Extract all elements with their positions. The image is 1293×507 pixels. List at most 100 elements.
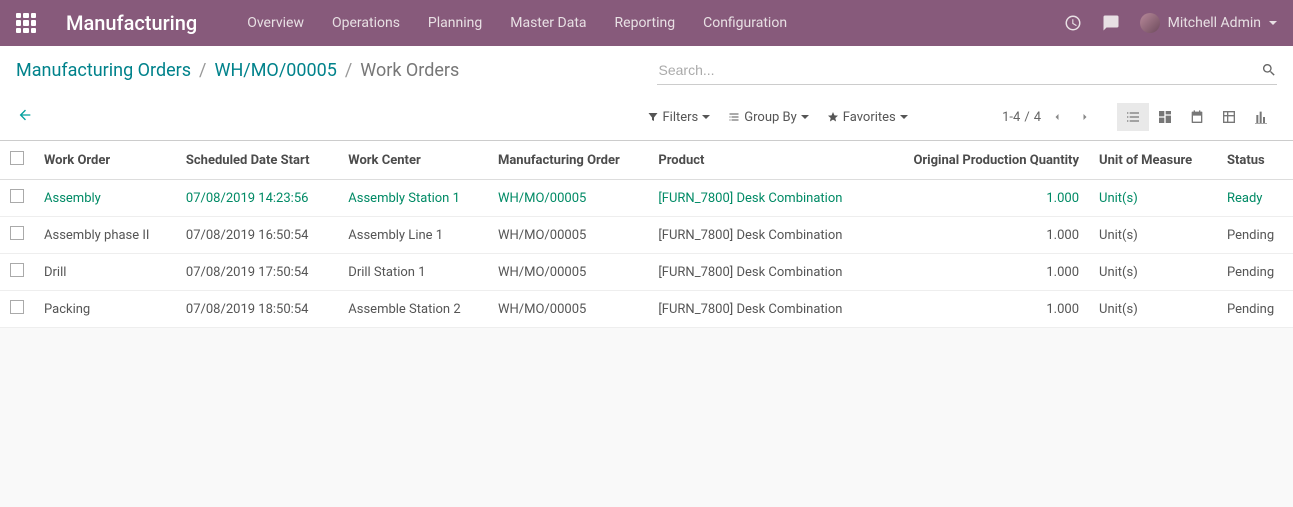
groupby-icon <box>728 111 740 123</box>
col-status[interactable]: Status <box>1217 141 1293 180</box>
navbar-menu: Overview Operations Planning Master Data… <box>247 15 787 31</box>
cell-work-center: Assembly Line 1 <box>338 217 488 254</box>
cell-work-order: Drill <box>34 254 176 291</box>
cell-mo: WH/MO/00005 <box>488 291 648 328</box>
cell-product: [FURN_7800] Desk Combination <box>648 180 879 217</box>
search-icon[interactable] <box>1261 62 1277 78</box>
app-title[interactable]: Manufacturing <box>66 11 197 35</box>
col-mo[interactable]: Manufacturing Order <box>488 141 648 180</box>
clock-icon[interactable] <box>1064 14 1082 32</box>
cell-product: [FURN_7800] Desk Combination <box>648 291 879 328</box>
row-checkbox[interactable] <box>10 300 24 314</box>
select-all-checkbox[interactable] <box>10 151 24 165</box>
view-graph-button[interactable] <box>1245 103 1277 131</box>
cell-status: Ready <box>1217 180 1293 217</box>
col-work-order[interactable]: Work Order <box>34 141 176 180</box>
nav-item-master-data[interactable]: Master Data <box>510 15 586 31</box>
graph-icon <box>1253 109 1269 125</box>
nav-item-overview[interactable]: Overview <box>247 15 304 31</box>
view-list-button[interactable] <box>1117 103 1149 131</box>
col-product[interactable]: Product <box>648 141 879 180</box>
chat-icon[interactable] <box>1102 14 1120 32</box>
row-checkbox[interactable] <box>10 226 24 240</box>
search-input[interactable] <box>657 56 1262 84</box>
table-row[interactable]: Assembly phase II07/08/2019 16:50:54Asse… <box>0 217 1293 254</box>
table-row[interactable]: Packing07/08/2019 18:50:54Assemble Stati… <box>0 291 1293 328</box>
cell-scheduled: 07/08/2019 16:50:54 <box>176 217 338 254</box>
nav-item-reporting[interactable]: Reporting <box>615 15 676 31</box>
cell-uom: Unit(s) <box>1089 180 1217 217</box>
cell-product: [FURN_7800] Desk Combination <box>648 217 879 254</box>
cell-uom: Unit(s) <box>1089 217 1217 254</box>
row-checkbox[interactable] <box>10 189 24 203</box>
cell-mo: WH/MO/00005 <box>488 254 648 291</box>
cell-qty: 1.000 <box>879 254 1089 291</box>
cell-work-order: Assembly phase II <box>34 217 176 254</box>
cell-work-order: Assembly <box>34 180 176 217</box>
view-calendar-button[interactable] <box>1181 103 1213 131</box>
nav-item-planning[interactable]: Planning <box>428 15 482 31</box>
cell-qty: 1.000 <box>879 217 1089 254</box>
cell-uom: Unit(s) <box>1089 291 1217 328</box>
col-uom[interactable]: Unit of Measure <box>1089 141 1217 180</box>
pager-prev-button[interactable] <box>1045 105 1069 129</box>
main-navbar: Manufacturing Overview Operations Planni… <box>0 0 1293 46</box>
pager-range[interactable]: 1-4 <box>1002 110 1020 125</box>
pager-total: 4 <box>1034 110 1041 125</box>
search-box <box>657 56 1278 85</box>
chevron-down-icon <box>1269 21 1277 25</box>
cell-scheduled: 07/08/2019 18:50:54 <box>176 291 338 328</box>
cell-uom: Unit(s) <box>1089 254 1217 291</box>
cell-product: [FURN_7800] Desk Combination <box>648 254 879 291</box>
user-name: Mitchell Admin <box>1168 15 1261 31</box>
cell-mo: WH/MO/00005 <box>488 217 648 254</box>
groupby-button[interactable]: Group By <box>728 110 809 125</box>
cell-scheduled: 07/08/2019 14:23:56 <box>176 180 338 217</box>
cell-work-center: Drill Station 1 <box>338 254 488 291</box>
cell-status: Pending <box>1217 291 1293 328</box>
cell-status: Pending <box>1217 217 1293 254</box>
list-icon <box>1125 109 1141 125</box>
breadcrumb-sep: / <box>345 60 352 81</box>
breadcrumb-link-mo[interactable]: WH/MO/00005 <box>214 60 336 81</box>
chevron-down-icon <box>900 115 908 119</box>
pivot-icon <box>1221 109 1237 125</box>
chevron-down-icon <box>702 115 710 119</box>
breadcrumb-current: Work Orders <box>360 60 459 81</box>
breadcrumb-sep: / <box>199 60 206 81</box>
pager-next-button[interactable] <box>1073 105 1097 129</box>
table-row[interactable]: Assembly07/08/2019 14:23:56Assembly Stat… <box>0 180 1293 217</box>
calendar-icon <box>1189 109 1205 125</box>
breadcrumb-link-manufacturing-orders[interactable]: Manufacturing Orders <box>16 60 191 81</box>
nav-item-operations[interactable]: Operations <box>332 15 400 31</box>
cell-status: Pending <box>1217 254 1293 291</box>
kanban-icon <box>1157 109 1173 125</box>
col-scheduled[interactable]: Scheduled Date Start <box>176 141 338 180</box>
cell-qty: 1.000 <box>879 291 1089 328</box>
view-kanban-button[interactable] <box>1149 103 1181 131</box>
nav-item-configuration[interactable]: Configuration <box>703 15 787 31</box>
avatar <box>1140 13 1160 33</box>
pager-sep: / <box>1024 110 1029 125</box>
cell-work-center: Assemble Station 2 <box>338 291 488 328</box>
star-icon <box>827 111 839 123</box>
row-checkbox[interactable] <box>10 263 24 277</box>
favorites-button[interactable]: Favorites <box>827 110 908 125</box>
apps-menu-icon[interactable] <box>16 13 36 33</box>
work-orders-table: Work Order Scheduled Date Start Work Cen… <box>0 141 1293 328</box>
col-work-center[interactable]: Work Center <box>338 141 488 180</box>
chevron-down-icon <box>801 115 809 119</box>
cell-work-center: Assembly Station 1 <box>338 180 488 217</box>
breadcrumb: Manufacturing Orders / WH/MO/00005 / Wor… <box>16 60 637 81</box>
cell-mo: WH/MO/00005 <box>488 180 648 217</box>
filters-button[interactable]: Filters <box>647 110 711 125</box>
view-pivot-button[interactable] <box>1213 103 1245 131</box>
cell-qty: 1.000 <box>879 180 1089 217</box>
back-arrow-icon[interactable] <box>16 107 34 128</box>
col-qty[interactable]: Original Production Quantity <box>879 141 1089 180</box>
filter-icon <box>647 111 659 123</box>
cell-scheduled: 07/08/2019 17:50:54 <box>176 254 338 291</box>
user-menu[interactable]: Mitchell Admin <box>1140 13 1277 33</box>
table-row[interactable]: Drill07/08/2019 17:50:54Drill Station 1W… <box>0 254 1293 291</box>
cell-work-order: Packing <box>34 291 176 328</box>
